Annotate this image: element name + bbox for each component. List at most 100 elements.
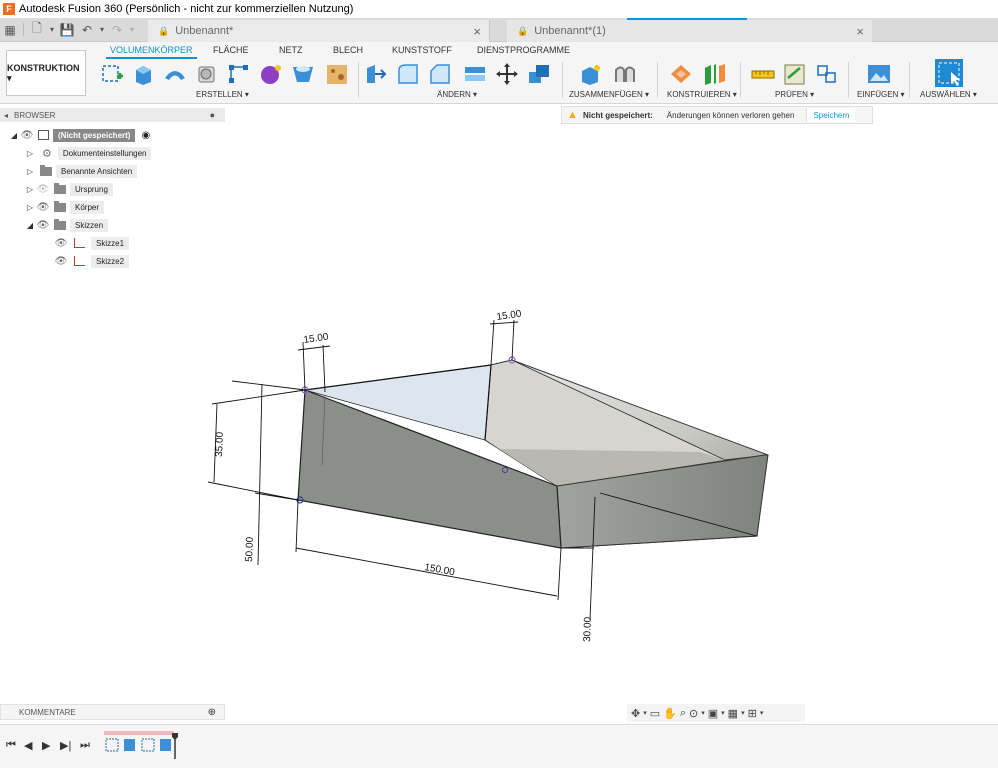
redo-icon[interactable]: ↷ xyxy=(107,18,127,41)
chamfer-icon[interactable] xyxy=(428,62,454,86)
offset-plane-icon[interactable] xyxy=(668,62,694,86)
eye-hidden-icon[interactable]: 👁 xyxy=(36,184,50,195)
step-back-icon[interactable]: ◀ xyxy=(24,739,32,752)
tree-item-benannte-ansichten[interactable]: ▷ Benannte Ansichten xyxy=(24,163,138,179)
fit-icon[interactable]: ⊙ xyxy=(689,707,698,720)
group-zusammenfuegen[interactable]: ZUSAMMENFÜGEN ▾ xyxy=(569,90,649,99)
extrude-icon[interactable] xyxy=(130,62,156,86)
dimension-label[interactable]: 15.00 xyxy=(303,332,330,346)
chevron-down-icon[interactable]: ▾ xyxy=(643,709,647,717)
timeline-sketch-icon[interactable] xyxy=(105,738,119,752)
expand-triangle-icon[interactable]: ▷ xyxy=(24,203,36,212)
collapse-icon[interactable]: ◂ xyxy=(4,111,8,120)
file-menu-icon[interactable]: 🗋 xyxy=(27,18,47,41)
eye-icon[interactable]: 👁 xyxy=(20,130,34,141)
joint-icon[interactable] xyxy=(612,62,638,86)
select-icon[interactable] xyxy=(934,58,964,88)
pan-icon[interactable]: ✋ xyxy=(663,707,677,720)
go-to-end-icon[interactable]: ⏭ xyxy=(80,739,90,752)
fillet-icon[interactable] xyxy=(396,62,422,86)
section-analysis-icon[interactable] xyxy=(814,62,840,86)
eye-icon[interactable]: 👁 xyxy=(54,238,68,249)
group-erstellen[interactable]: ERSTELLEN ▾ xyxy=(196,90,249,99)
dimension-label[interactable]: 35.00 xyxy=(214,431,226,457)
close-icon[interactable]: × xyxy=(473,24,481,39)
group-pruefen[interactable]: PRÜFEN ▾ xyxy=(775,90,814,99)
display-settings-icon[interactable]: ▣ xyxy=(708,707,718,720)
app-grid-icon[interactable]: ▦ xyxy=(0,18,20,41)
eye-icon[interactable]: 👁 xyxy=(36,202,50,213)
dimension-label[interactable]: 30.00 xyxy=(582,616,594,642)
chevron-down-icon[interactable]: ▾ xyxy=(701,709,705,717)
minus-icon[interactable]: ● xyxy=(210,110,215,120)
tab-blech[interactable]: BLECH xyxy=(333,45,363,55)
tree-item-koerper[interactable]: ▷ 👁 Körper xyxy=(24,199,105,215)
timeline-extrude-icon[interactable] xyxy=(160,739,171,751)
tab-kunststoff[interactable]: KUNSTSTOFF xyxy=(392,45,452,55)
timeline-track[interactable] xyxy=(104,731,178,759)
group-aendern[interactable]: ÄNDERN ▾ xyxy=(437,90,477,99)
plus-icon[interactable]: ⊕ xyxy=(208,707,216,718)
eye-icon[interactable]: 👁 xyxy=(54,256,68,267)
chevron-down-icon[interactable]: ▾ xyxy=(760,709,764,717)
grid-icon[interactable]: ▦ xyxy=(728,707,738,720)
insert-image-icon[interactable] xyxy=(866,62,892,86)
expand-triangle-icon[interactable]: ▷ xyxy=(24,185,36,194)
create-sketch-icon[interactable] xyxy=(100,62,126,86)
tab-volumenkoerper[interactable]: VOLUMENKÖRPER xyxy=(106,45,197,59)
group-auswaehlen[interactable]: AUSWÄHLEN ▾ xyxy=(920,90,977,99)
go-to-start-icon[interactable]: ⏮ xyxy=(6,739,16,752)
measure-icon[interactable] xyxy=(750,62,776,86)
expand-triangle-icon[interactable]: ▷ xyxy=(24,167,36,176)
expand-triangle-icon[interactable]: ◢ xyxy=(8,131,20,140)
scale-icon[interactable] xyxy=(526,62,552,86)
chevron-down-icon[interactable]: ▾ xyxy=(127,18,137,41)
revolve-icon[interactable] xyxy=(162,62,188,86)
chevron-down-icon[interactable]: ▾ xyxy=(47,18,57,41)
undo-icon[interactable]: ↶ xyxy=(77,18,97,41)
press-pull-icon[interactable] xyxy=(363,62,389,86)
eye-icon[interactable]: 👁 xyxy=(36,220,50,231)
rib-icon[interactable] xyxy=(226,62,252,86)
tree-item-skizzen[interactable]: ◢ 👁 Skizzen xyxy=(24,217,109,233)
play-icon[interactable]: ▶ xyxy=(42,739,50,752)
tab-unbenannt-1[interactable]: 🔒 Unbenannt*(1) × xyxy=(507,18,872,42)
group-einfuegen[interactable]: EINFÜGEN ▾ xyxy=(857,90,905,99)
tab-flaeche[interactable]: FLÄCHE xyxy=(213,45,249,55)
tree-item-ursprung[interactable]: ▷ 👁 Ursprung xyxy=(24,181,113,197)
workspace-switcher-button[interactable]: KONSTRUKTION ▾ xyxy=(6,50,86,96)
shell-icon[interactable] xyxy=(462,62,488,86)
tree-item-skizze2[interactable]: 👁 Skizze2 xyxy=(54,253,130,269)
look-at-icon[interactable]: ▭ xyxy=(650,707,660,720)
dimension-label[interactable]: 50.00 xyxy=(244,536,256,562)
form-icon[interactable] xyxy=(258,62,284,86)
viewports-icon[interactable]: ⊞ xyxy=(748,707,757,720)
chevron-down-icon[interactable]: ▾ xyxy=(741,709,745,717)
save-button[interactable]: Speichern xyxy=(806,108,856,122)
comments-panel[interactable]: KOMMENTARE ⊕ xyxy=(0,704,225,720)
hole-icon[interactable] xyxy=(290,62,316,86)
chevron-down-icon[interactable]: ▾ xyxy=(97,18,107,41)
tab-unbenannt[interactable]: 🔒 Unbenannt* × xyxy=(148,20,490,42)
timeline-sketch-icon[interactable] xyxy=(141,738,155,752)
radio-active-icon[interactable]: ◉ xyxy=(141,130,150,141)
dimension-label[interactable]: 15.00 xyxy=(496,309,523,323)
decal-icon[interactable] xyxy=(324,62,350,86)
tree-item-dokumenteinstellungen[interactable]: ▷ ⚙ Dokumenteinstellungen xyxy=(24,145,152,161)
move-copy-icon[interactable] xyxy=(494,62,520,86)
canvas-viewport[interactable]: 15.00 15.00 35.00 50.00 150.00 30.00 xyxy=(0,272,998,702)
group-konstruieren[interactable]: KONSTRUIEREN ▾ xyxy=(667,90,737,99)
save-icon[interactable]: 💾 xyxy=(57,18,77,41)
sweep-icon[interactable] xyxy=(194,62,220,86)
tree-root[interactable]: ◢ 👁 (Nicht gespeichert) ◉ xyxy=(8,127,150,143)
orbit-icon[interactable]: ✥ xyxy=(631,707,640,720)
tree-item-skizze1[interactable]: 👁 Skizze1 xyxy=(54,235,130,251)
timeline-extrude-icon[interactable] xyxy=(124,739,135,751)
close-icon[interactable]: × xyxy=(856,24,864,39)
tab-dienstprogramme[interactable]: DIENSTPROGRAMME xyxy=(477,45,570,55)
zoom-icon[interactable]: ⌕ xyxy=(680,707,686,720)
midplane-icon[interactable] xyxy=(702,62,728,86)
interference-icon[interactable] xyxy=(782,62,808,86)
chevron-down-icon[interactable]: ▾ xyxy=(721,709,725,717)
expand-triangle-icon[interactable]: ◢ xyxy=(24,221,36,230)
